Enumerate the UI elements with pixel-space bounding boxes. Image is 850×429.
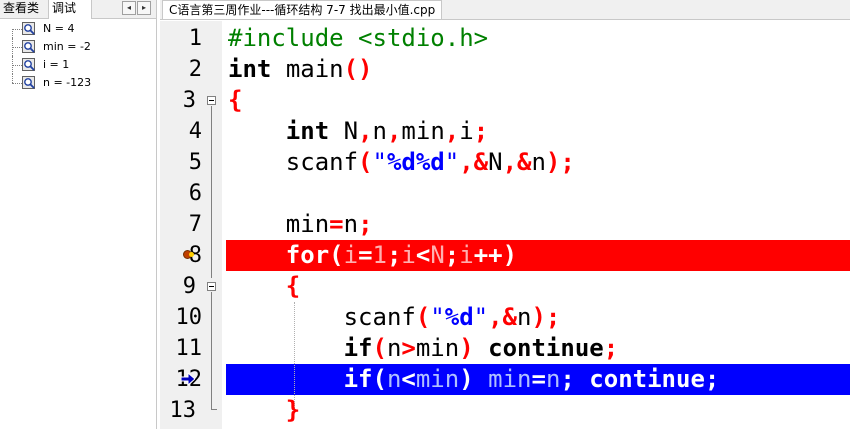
side-panel-tabs: 查看类 调试 ◂ ▸ xyxy=(0,0,156,19)
code-line: if(n>min) continue; xyxy=(343,334,619,362)
editor-tab-bar: C语言第三周作业---循环结构 7-7 找出最小值.cpp xyxy=(160,0,850,20)
file-tab[interactable]: C语言第三周作业---循环结构 7-7 找出最小值.cpp xyxy=(162,0,443,19)
tabs-scroll-right-button[interactable]: ▸ xyxy=(137,1,151,15)
code-line: { xyxy=(285,272,301,300)
code-line: int main() xyxy=(228,55,373,83)
code-line: scanf("%d%d",&N,&n); xyxy=(285,148,575,176)
code-line: } xyxy=(285,396,301,424)
code-line: #include <stdio.h> xyxy=(228,24,489,52)
code-line-current-execution: if(n<min) min=n; continue; xyxy=(343,365,720,393)
tab-class-browser[interactable]: 查看类 xyxy=(0,0,48,18)
line-number: 6 xyxy=(188,181,202,206)
code-line: min=n; xyxy=(285,210,373,238)
code-line-breakpoint: for(i=1;i<N;i++) xyxy=(285,241,518,269)
tabs-scroll-left-button[interactable]: ◂ xyxy=(122,1,136,15)
tab-debug[interactable]: 调试 xyxy=(48,0,92,19)
code-line: { xyxy=(228,86,243,114)
code-line: scanf("%d",&n); xyxy=(343,303,561,331)
code-line: int N,n,min,i; xyxy=(285,117,489,145)
